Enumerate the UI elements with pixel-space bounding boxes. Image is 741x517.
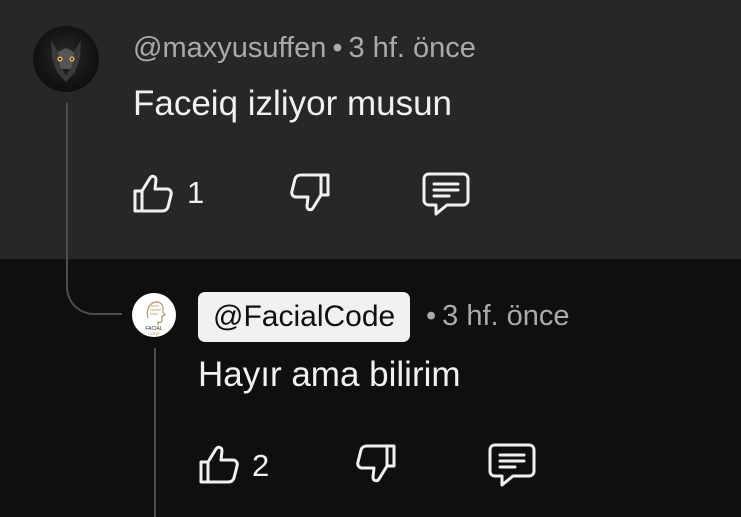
- like-button[interactable]: [131, 170, 177, 216]
- separator-dot: •: [426, 300, 437, 332]
- reply-button[interactable]: [421, 170, 471, 216]
- svg-text:CODE: CODE: [148, 331, 160, 336]
- comment-icon: [422, 172, 470, 216]
- thumb-down-icon: [356, 444, 396, 483]
- reply-like-count: 2: [252, 448, 270, 483]
- reply-author-chip[interactable]: @FacialCode: [198, 292, 411, 342]
- reply-text: Hayır ama bilirim: [198, 355, 461, 394]
- comment-icon: [488, 443, 536, 487]
- thread-connector-line: [154, 348, 156, 517]
- thumb-up-icon: [133, 174, 173, 213]
- comment-header: @maxyusuffen • 3 hf. önce: [133, 32, 476, 65]
- like-count: 1: [187, 175, 205, 210]
- reply-avatar[interactable]: FACIAL CODE: [132, 293, 176, 337]
- reply-header-meta: • 3 hf. önce: [426, 300, 570, 333]
- comment-timestamp[interactable]: 3 hf. önce: [349, 32, 476, 64]
- facial-code-logo: FACIAL CODE: [145, 301, 166, 336]
- thread-connector-curve: [66, 103, 122, 315]
- reply-dislike-button[interactable]: [352, 441, 398, 487]
- reply-reply-button[interactable]: [487, 441, 537, 487]
- dislike-button[interactable]: [286, 170, 332, 216]
- thumb-down-icon: [290, 173, 330, 212]
- comment-author[interactable]: @maxyusuffen: [133, 32, 326, 64]
- comment-text: Faceiq izliyor musun: [133, 84, 452, 123]
- reply-like-button[interactable]: [197, 441, 243, 487]
- wolf-avatar-icon: [51, 40, 81, 82]
- separator-dot: •: [332, 32, 343, 64]
- commenter-avatar[interactable]: [33, 26, 99, 92]
- reply-timestamp[interactable]: 3 hf. önce: [442, 300, 569, 332]
- thumb-up-icon: [199, 445, 239, 484]
